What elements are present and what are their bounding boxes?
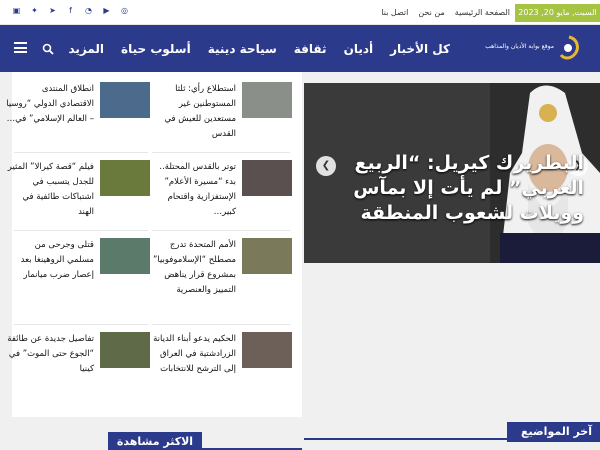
divider (14, 230, 148, 231)
logo-text: موقع بوابة الأديان والمذاهب (485, 43, 554, 50)
youtube-icon[interactable]: ▶ (102, 6, 111, 15)
news-item[interactable]: انطلاق المنتدى الاقتصادي الدولي “روسيا –… (6, 82, 150, 142)
telegram-icon[interactable]: ➤ (48, 6, 57, 15)
news-title[interactable]: استطلاع رأي: ثلثا المستوطنين غير مستعدين… (148, 82, 236, 142)
news-title[interactable]: توتر بالقدس المحتلة.. بدء “مسيرة الأعلام… (148, 160, 236, 220)
about-link[interactable]: من نحن (418, 8, 444, 17)
nav-all-news[interactable]: كل الأخبار (390, 42, 450, 56)
rss-icon[interactable]: ◔ (84, 6, 93, 15)
news-thumbnail[interactable] (242, 82, 292, 118)
date-badge: السبت, مايو 20, 2023 (515, 4, 600, 22)
social-links: ▣ ✦ ➤ f ◔ ▶ ◎ (12, 6, 129, 15)
divider (14, 324, 148, 325)
search-icon[interactable] (42, 43, 54, 55)
news-item[interactable]: تفاصيل جديدة عن طائفة “الجوع حتى الموت” … (7, 332, 150, 392)
most-viewed-section-header: الاكثر مشاهدة (12, 430, 302, 450)
site-logo[interactable]: موقع بوابة الأديان والمذاهب (485, 33, 582, 65)
news-item[interactable]: الأمم المتحدة تدرج مصطلح “الإسلاموفوبيا”… (152, 238, 292, 314)
most-viewed-section-title: الاكثر مشاهدة (108, 432, 202, 450)
top-bar: ▣ ✦ ➤ f ◔ ▶ ◎ الصفحة الرئيسية من نحن اتص… (0, 0, 600, 25)
news-title[interactable]: تفاصيل جديدة عن طائفة “الجوع حتى الموت” … (6, 332, 94, 377)
logo-mark-icon (559, 35, 579, 60)
featured-slider[interactable]: ❯ ❮ البطريرك كيريل: “الربيع العربي” لم ي… (304, 83, 600, 263)
news-thumbnail[interactable] (242, 238, 292, 274)
news-item[interactable]: توتر بالقدس المحتلة.. بدء “مسيرة الأعلام… (152, 160, 292, 220)
news-thumbnail[interactable] (100, 160, 150, 196)
divider (152, 324, 290, 325)
news-title[interactable]: قتلى وجرحى من مسلمي الروهينغا بعد إعصار … (6, 238, 94, 283)
news-thumbnail[interactable] (242, 332, 292, 368)
nav-more[interactable]: المزيد (68, 42, 104, 56)
nav-religions[interactable]: أديان (344, 42, 374, 56)
news-thumbnail[interactable] (242, 160, 292, 196)
news-thumbnail[interactable] (100, 238, 150, 274)
main-nav: كل الأخبار أديان ثقافة سياحة دينية أسلوب… (0, 25, 600, 72)
news-item[interactable]: قتلى وجرحى من مسلمي الروهينغا بعد إعصار … (10, 238, 150, 298)
latest-section-title: آخر المواضيع (507, 422, 600, 442)
contact-link[interactable]: اتصل بنا (381, 8, 408, 17)
divider (152, 230, 290, 231)
news-title[interactable]: الحكيم يدعو أبناء الديانة الزرادشتية في … (148, 332, 236, 377)
latest-section-header: آخر المواضيع (304, 420, 600, 450)
news-item[interactable]: استطلاع رأي: ثلثا المستوطنين غير مستعدين… (152, 82, 292, 142)
nav-menu: كل الأخبار أديان ثقافة سياحة دينية أسلوب… (68, 25, 450, 72)
featured-title[interactable]: البطريرك كيريل: “الربيع العربي” لم يأت إ… (334, 151, 584, 226)
news-thumbnail[interactable] (100, 332, 150, 368)
news-item[interactable]: الحكيم يدعو أبناء الديانة الزرادشتية في … (152, 332, 292, 392)
divider (14, 152, 148, 153)
top-links: الصفحة الرئيسية من نحن اتصل بنا (381, 0, 510, 25)
nav-lifestyle[interactable]: أسلوب حياة (121, 42, 191, 56)
hamburger-menu-icon[interactable] (14, 42, 27, 53)
instagram-icon[interactable]: ◎ (120, 6, 129, 15)
facebook-icon[interactable]: f (66, 6, 75, 15)
nav-culture[interactable]: ثقافة (294, 42, 327, 56)
slider-prev-icon[interactable]: ❮ (316, 156, 336, 176)
vk-icon[interactable]: ▣ (12, 6, 21, 15)
news-title[interactable]: انطلاق المنتدى الاقتصادي الدولي “روسيا –… (6, 82, 94, 127)
news-title[interactable]: الأمم المتحدة تدرج مصطلح “الإسلاموفوبيا”… (148, 238, 236, 298)
twitter-icon[interactable]: ✦ (30, 6, 39, 15)
nav-religious-tourism[interactable]: سياحة دينية (208, 42, 277, 56)
news-item[interactable]: فيلم “قصة كيرالا” المثير للجدل يتسبب في … (8, 160, 150, 220)
news-title[interactable]: فيلم “قصة كيرالا” المثير للجدل يتسبب في … (6, 160, 94, 220)
divider (152, 152, 290, 153)
home-link[interactable]: الصفحة الرئيسية (455, 8, 510, 17)
news-thumbnail[interactable] (100, 82, 150, 118)
